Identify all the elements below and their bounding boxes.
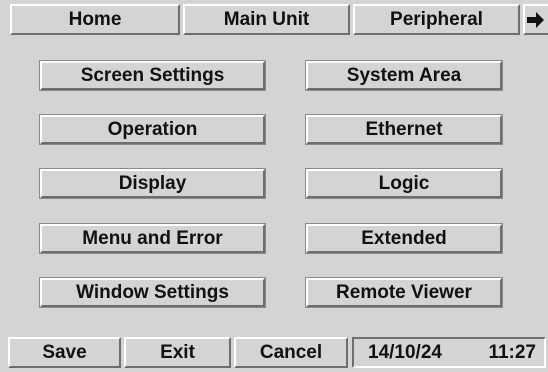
button-label: Exit <box>160 341 195 363</box>
button-label: Cancel <box>259 341 323 363</box>
button-label: Save <box>42 341 87 363</box>
date-time-display: 14/10/24 11:27 <box>352 337 546 368</box>
logic-button[interactable]: Logic <box>305 168 503 199</box>
tab-label: Peripheral <box>390 8 483 30</box>
button-label: Operation <box>107 118 198 140</box>
button-label: Logic <box>378 172 430 194</box>
button-label: Display <box>118 172 187 194</box>
button-label: Remote Viewer <box>336 281 472 303</box>
button-label: Screen Settings <box>80 64 225 86</box>
ethernet-button[interactable]: Ethernet <box>305 114 503 145</box>
button-label: Menu and Error <box>82 227 223 249</box>
arrow-right-icon <box>527 11 544 28</box>
menu-and-error-button[interactable]: Menu and Error <box>39 223 266 254</box>
display-button[interactable]: Display <box>39 168 266 199</box>
date-text: 14/10/24 <box>368 341 442 363</box>
tab-home[interactable]: Home <box>10 4 180 35</box>
button-label: Window Settings <box>76 281 229 303</box>
tab-main-unit[interactable]: Main Unit <box>183 4 350 35</box>
system-area-button[interactable]: System Area <box>305 60 503 91</box>
exit-button[interactable]: Exit <box>124 337 231 368</box>
tab-scroll-right-button[interactable] <box>523 4 548 35</box>
button-label: Extended <box>361 227 447 249</box>
time-text: 11:27 <box>488 341 536 363</box>
tab-peripheral[interactable]: Peripheral <box>353 4 520 35</box>
button-label: System Area <box>346 64 462 86</box>
tab-label: Main Unit <box>223 8 310 30</box>
settings-panel: Home Main Unit Peripheral Screen Setting… <box>0 0 548 372</box>
button-label: Ethernet <box>365 118 443 140</box>
screen-settings-button[interactable]: Screen Settings <box>39 60 266 91</box>
save-button[interactable]: Save <box>8 337 121 368</box>
cancel-button[interactable]: Cancel <box>234 337 348 368</box>
tab-label: Home <box>68 8 122 30</box>
operation-button[interactable]: Operation <box>39 114 266 145</box>
remote-viewer-button[interactable]: Remote Viewer <box>305 277 503 308</box>
window-settings-button[interactable]: Window Settings <box>39 277 266 308</box>
extended-button[interactable]: Extended <box>305 223 503 254</box>
